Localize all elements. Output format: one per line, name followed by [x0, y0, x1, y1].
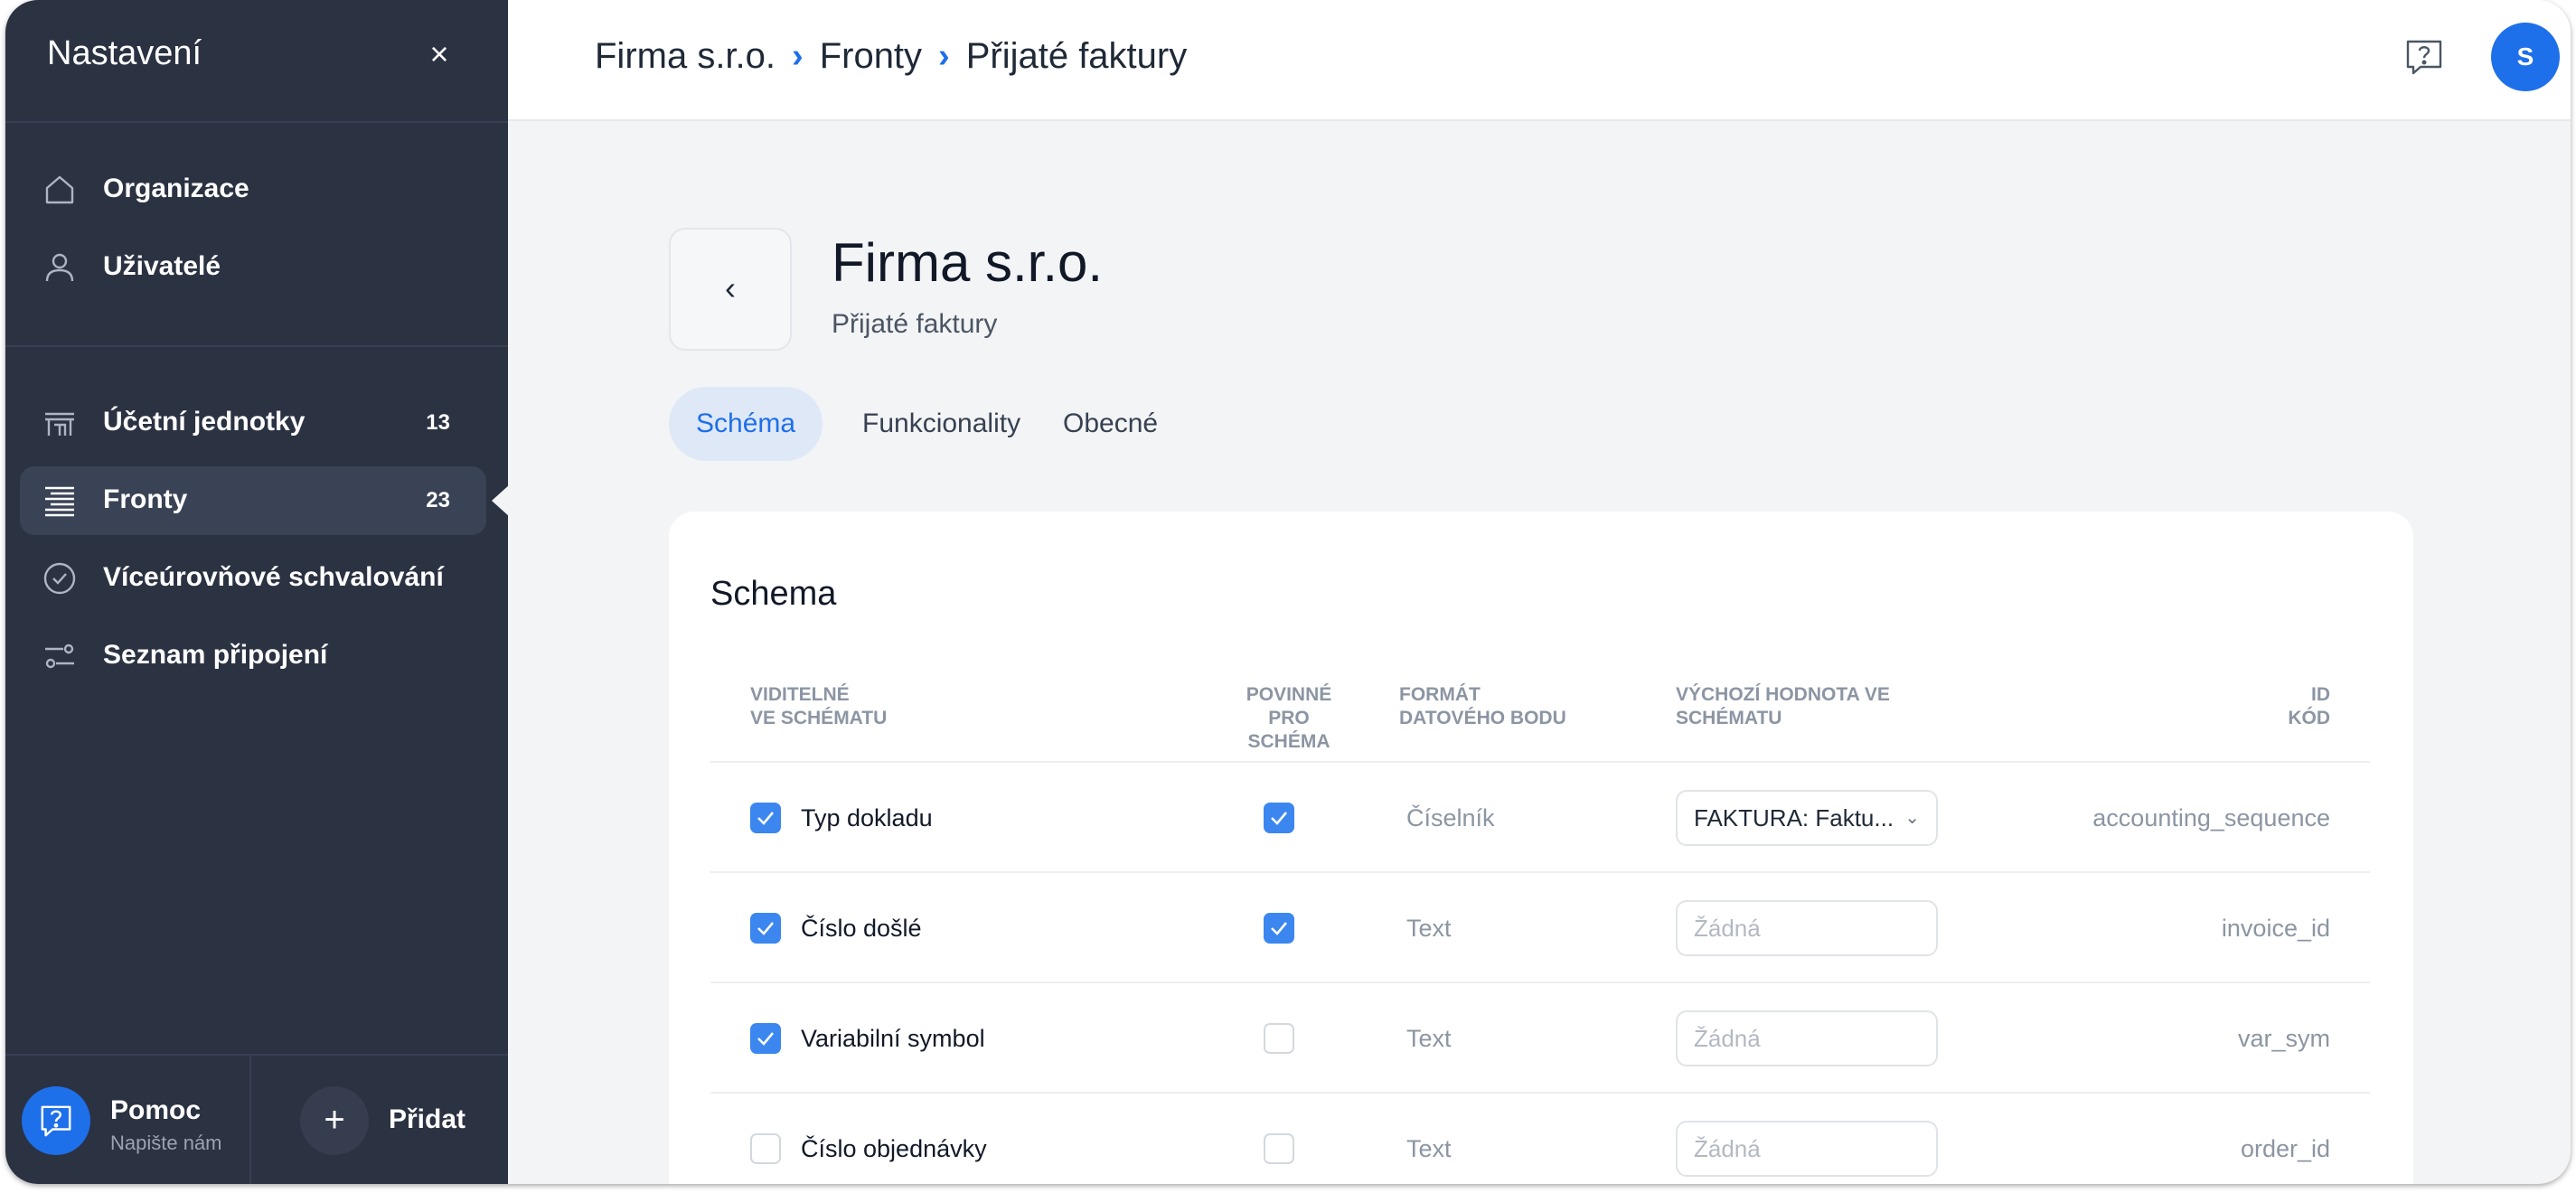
row-id-code: invoice_id — [2221, 915, 2330, 942]
sidebar-item-count: 23 — [426, 488, 450, 512]
breadcrumb-item-current: Přijaté faktury — [965, 36, 1188, 76]
breadcrumb-separator: › — [792, 37, 804, 75]
connections-icon — [42, 638, 78, 674]
required-checkbox[interactable] — [1264, 1133, 1294, 1164]
tab-schema[interactable]: Schéma — [669, 387, 823, 461]
breadcrumb-item[interactable]: Fronty — [820, 36, 922, 77]
sidebar-item-fronty[interactable]: Fronty 23 — [20, 466, 486, 535]
active-indicator — [492, 484, 510, 517]
row-divider — [710, 761, 2370, 763]
sidebar-item-label: Seznam připojení — [103, 640, 328, 670]
user-icon — [42, 249, 78, 286]
select-value: FAKTURA: Faktu... — [1694, 804, 1894, 831]
queue-icon — [42, 483, 78, 519]
sidebar-item-count: 13 — [426, 410, 450, 435]
visible-checkbox[interactable] — [750, 803, 781, 833]
row-label: Číslo došlé — [801, 915, 922, 942]
avatar[interactable]: S — [2491, 23, 2560, 91]
sidebar-item-label: Organizace — [103, 174, 249, 203]
sidebar-footer: Pomoc Napište nám + Přidat — [5, 1054, 508, 1184]
sidebar-item-uzivatele[interactable]: Uživatelé — [20, 233, 486, 302]
app-window: Nastavení × Organizace Uživatelé Účetní … — [5, 0, 2571, 1184]
row-label: Číslo objednávky — [801, 1135, 987, 1162]
default-value-select[interactable]: FAKTURA: Faktu... ⌄ — [1676, 790, 1938, 846]
footer-divider — [249, 1056, 251, 1184]
required-checkbox[interactable] — [1264, 913, 1294, 944]
sidebar-item-label: Uživatelé — [103, 251, 221, 281]
visible-checkbox[interactable] — [750, 1023, 781, 1054]
column-header-visible: VIDITELNÉ VE SCHÉMATU — [750, 684, 888, 728]
row-format: Číselník — [1406, 804, 1495, 831]
help-icon — [41, 1105, 71, 1137]
sidebar-divider — [5, 121, 508, 123]
row-divider — [710, 1092, 2370, 1094]
sidebar-item-label: Fronty — [103, 484, 188, 514]
row-format: Text — [1406, 1135, 1452, 1162]
default-value-input[interactable]: Žádná — [1676, 1010, 1938, 1066]
row-id-code: accounting_sequence — [2092, 804, 2330, 831]
sidebar-item-seznam-pripojeni[interactable]: Seznam připojení — [20, 622, 486, 690]
tab-obecne[interactable]: Obecné — [1063, 387, 1158, 461]
help-icon[interactable] — [2404, 38, 2444, 78]
building-icon — [42, 405, 78, 441]
row-id-code: order_id — [2240, 1135, 2330, 1162]
row-divider — [710, 982, 2370, 983]
default-value-input[interactable]: Žádná — [1676, 900, 1938, 956]
required-checkbox[interactable] — [1264, 1023, 1294, 1054]
sidebar-divider — [5, 345, 508, 347]
add-button[interactable]: + — [300, 1086, 369, 1155]
row-label: Variabilní symbol — [801, 1025, 985, 1052]
check-circle-icon — [42, 560, 78, 596]
column-header-required: POVINNÉ PRO SCHÉMA — [1246, 684, 1332, 752]
schema-card: Schema VIDITELNÉ VE SCHÉMATU POVINNÉ PRO S… — [669, 512, 2413, 1184]
sidebar-item-viceurovnove-schvalovani[interactable]: Víceúrovňové schvalování — [20, 544, 486, 613]
row-id-code: var_sym — [2237, 1025, 2330, 1052]
schema-title: Schema — [710, 575, 837, 613]
top-bar: Firma s.r.o. › Fronty › Přijaté faktury … — [508, 0, 2571, 121]
column-header-default: VÝCHOZÍ HODNOTA VE SCHÉMATU — [1676, 684, 1890, 728]
row-format: Text — [1406, 1025, 1452, 1052]
help-subtitle: Napište nám — [110, 1132, 222, 1154]
home-icon — [42, 172, 78, 208]
add-label[interactable]: Přidat — [389, 1104, 465, 1135]
page-subtitle: Přijaté faktury — [832, 309, 998, 339]
row-divider — [710, 871, 2370, 873]
default-value-input[interactable]: Žádná — [1676, 1121, 1938, 1177]
help-title[interactable]: Pomoc — [110, 1095, 201, 1126]
back-button[interactable]: ‹ — [669, 228, 792, 351]
close-icon[interactable]: × — [423, 38, 456, 70]
settings-sidebar: Nastavení × Organizace Uživatelé Účetní … — [5, 0, 508, 1184]
required-checkbox[interactable] — [1264, 803, 1294, 833]
breadcrumb-separator: › — [938, 37, 950, 75]
sidebar-item-organizace[interactable]: Organizace — [20, 155, 486, 224]
breadcrumb-item[interactable]: Firma s.r.o. — [595, 36, 776, 77]
visible-checkbox[interactable] — [750, 913, 781, 944]
sidebar-item-ucetni-jednotky[interactable]: Účetní jednotky 13 — [20, 389, 486, 457]
row-label: Typ dokladu — [801, 804, 933, 831]
row-format: Text — [1406, 915, 1452, 942]
sidebar-item-label: Účetní jednotky — [103, 407, 306, 437]
column-header-id: ID KÓD — [2288, 684, 2330, 728]
help-button[interactable] — [22, 1086, 90, 1155]
visible-checkbox[interactable] — [750, 1133, 781, 1164]
chevron-down-icon: ⌄ — [1904, 808, 1920, 828]
sidebar-title: Nastavení — [47, 34, 202, 72]
tab-funkcionality[interactable]: Funkcionality — [862, 387, 1020, 461]
sidebar-item-label: Víceúrovňové schvalování — [103, 562, 444, 592]
page-title: Firma s.r.o. — [832, 232, 1104, 293]
breadcrumb: Firma s.r.o. › Fronty › Přijaté faktury — [595, 36, 1187, 77]
column-header-format: FORMÁT DATOVÉHO BODU — [1399, 684, 1566, 728]
